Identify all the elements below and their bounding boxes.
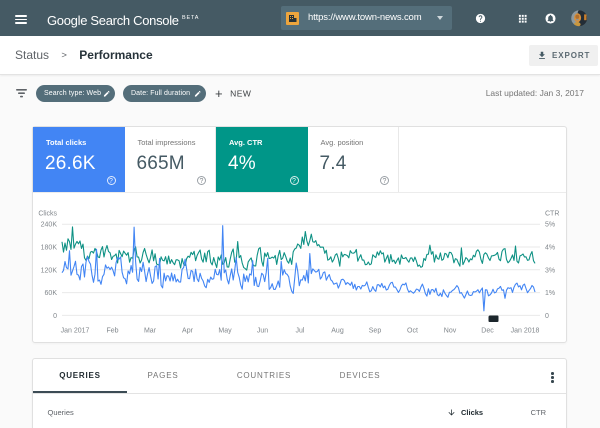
svg-text:Dec: Dec [481,328,494,335]
svg-text:0: 0 [545,313,549,320]
svg-text:4%: 4% [545,245,555,252]
svg-text:Jan 2017: Jan 2017 [61,328,90,335]
svg-text:Jun: Jun [257,328,268,335]
svg-text:Jul: Jul [296,328,305,335]
svg-text:5%: 5% [545,222,555,229]
svg-text:Sep: Sep [369,328,382,335]
svg-text:60K: 60K [45,290,58,297]
svg-text:Mar: Mar [144,328,157,335]
svg-text:Oct: Oct [407,328,418,335]
svg-text:1%: 1% [545,290,555,297]
svg-text:Clicks: Clicks [38,211,57,218]
svg-text:Feb: Feb [106,328,118,335]
svg-text:3%: 3% [545,267,555,274]
svg-text:0: 0 [53,313,57,320]
svg-text:180K: 180K [41,245,58,252]
svg-text:Nov: Nov [444,328,457,335]
svg-text:Aug: Aug [331,328,344,335]
svg-text:May: May [218,328,232,335]
svg-text:Apr: Apr [182,328,194,335]
svg-text:120K: 120K [41,267,58,274]
svg-text:CTR: CTR [545,211,559,218]
svg-text:240K: 240K [41,222,58,229]
svg-text:Jan 2018: Jan 2018 [511,328,540,335]
